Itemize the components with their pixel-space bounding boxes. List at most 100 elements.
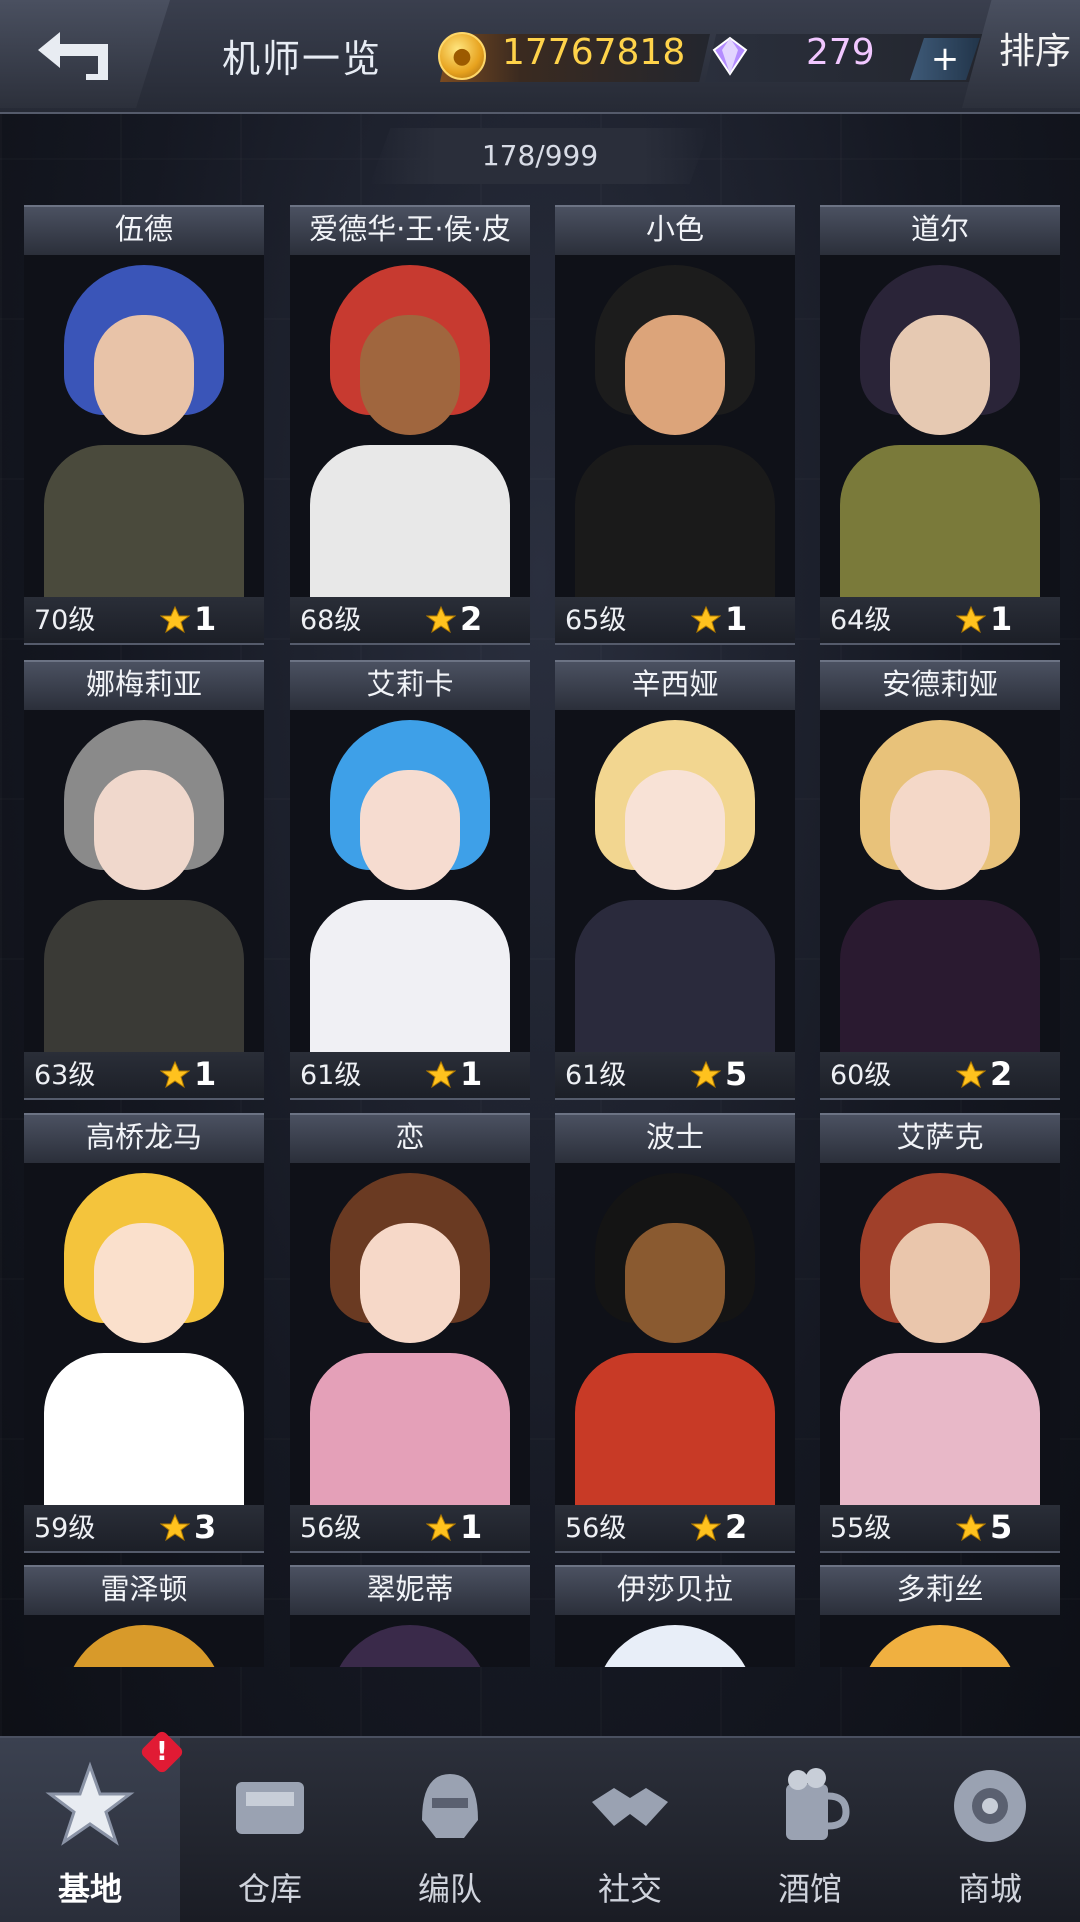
pilot-star-count: 2 [990, 1055, 1013, 1093]
pilot-star-count: 1 [194, 1055, 217, 1093]
pilot-portrait [555, 1163, 795, 1505]
star-icon [956, 1060, 986, 1089]
warehouse-icon [236, 1782, 304, 1834]
portrait-body [44, 445, 244, 597]
pilot-portrait [290, 255, 530, 597]
pilot-name: 艾萨克 [896, 1120, 984, 1154]
portrait-hair [595, 1625, 755, 1667]
star-icon [956, 605, 986, 634]
nav-tab-3[interactable]: 编队 [360, 1738, 540, 1922]
pilot-card[interactable]: 雷泽顿 [24, 1565, 264, 1667]
pilot-name: 高桥龙马 [85, 1120, 202, 1154]
pilot-name: 小色 [645, 212, 704, 246]
card-footer: 56级 2 [555, 1505, 795, 1553]
card-footer: 60级 2 [820, 1052, 1060, 1100]
pilot-card[interactable]: 娜梅莉亚 63级 1 [24, 660, 264, 1100]
pilot-card[interactable]: 多莉丝 [820, 1565, 1060, 1667]
pilot-portrait [555, 1615, 795, 1667]
pilot-portrait [24, 710, 264, 1052]
nav-tab-1[interactable]: 基地! [0, 1729, 185, 1922]
pilot-card[interactable]: 波士 56级 2 [555, 1113, 795, 1553]
portrait-face [94, 1223, 194, 1343]
pilot-portrait [820, 255, 1060, 597]
star-icon [691, 1513, 721, 1542]
nav-tab-2[interactable]: 仓库 [180, 1738, 360, 1922]
pilot-name: 道尔 [910, 212, 969, 246]
pilot-level: 56级 [565, 1513, 627, 1544]
portrait-body [44, 900, 244, 1052]
diamond-icon [712, 36, 748, 76]
pilot-portrait [555, 710, 795, 1052]
portrait-face [94, 770, 194, 890]
pilot-card[interactable]: 道尔 64级 1 [820, 205, 1060, 645]
star-icon [160, 605, 190, 634]
pilot-star-count: 1 [725, 600, 748, 638]
pilot-name: 艾莉卡 [366, 667, 454, 701]
back-arrow-icon [38, 32, 108, 80]
nav-label: 编队 [417, 1870, 482, 1908]
pilot-card[interactable]: 小色 65级 1 [555, 205, 795, 645]
pilot-level: 60级 [830, 1060, 892, 1091]
card-footer: 63级 1 [24, 1052, 264, 1100]
pilot-card[interactable]: 艾莉卡 61级 1 [290, 660, 530, 1100]
pilot-name: 安德莉娅 [881, 667, 998, 701]
nav-label: 酒馆 [777, 1870, 842, 1908]
pilot-card[interactable]: 辛西娅 61级 5 [555, 660, 795, 1100]
pilot-card[interactable]: 高桥龙马 59级 3 [24, 1113, 264, 1553]
pilot-portrait [290, 1615, 530, 1667]
helmet-icon [422, 1774, 478, 1838]
pilot-card[interactable]: 爱德华·王·侯·皮 68级 2 [290, 205, 530, 645]
gem-amount: 279 [806, 32, 875, 73]
pilot-name: 雷泽顿 [100, 1572, 188, 1606]
pilot-card[interactable]: 伊莎贝拉 [555, 1565, 795, 1667]
top-bar: 机师一览 ● 17767818 279 + 排序 [0, 0, 1080, 114]
pilot-card[interactable]: 安德莉娅 60级 2 [820, 660, 1060, 1100]
bottom-nav: 基地! 仓库 编队 社交 酒馆 商城 [0, 1729, 1080, 1922]
shop-robot-icon [954, 1770, 1026, 1842]
portrait-face [890, 1223, 990, 1343]
portrait-hair [64, 1625, 224, 1667]
pilot-portrait [820, 1163, 1060, 1505]
star-icon [956, 1513, 986, 1542]
pilot-card[interactable]: 翠妮蒂 [290, 1565, 530, 1667]
pilot-card[interactable]: 伍德 70级 1 [24, 205, 264, 645]
sort-button[interactable]: 排序 [962, 0, 1080, 108]
pilot-level: 68级 [300, 605, 362, 636]
pilot-star-count: 1 [990, 600, 1013, 638]
card-footer: 64级 1 [820, 597, 1060, 645]
pilot-portrait [290, 710, 530, 1052]
nav-label: 社交 [597, 1870, 662, 1908]
nav-tab-4[interactable]: 社交 [540, 1738, 720, 1922]
back-button[interactable] [0, 0, 170, 108]
pilot-portrait [555, 255, 795, 597]
coin-amount: 17767818 [502, 32, 686, 73]
pilot-card[interactable]: 艾萨克 55级 5 [820, 1113, 1060, 1553]
pilot-grid: 伍德 70级 1 爱德华·王·侯·皮 68级 2 小色 65级 1 道尔 64级 1 娜梅莉亚 63级 1 艾… [0, 205, 1080, 1667]
pilot-name: 爱德华·王·侯·皮 [309, 212, 511, 246]
star-icon [426, 1060, 456, 1089]
star-icon [160, 1513, 190, 1542]
pilot-card[interactable]: 恋 56级 1 [290, 1113, 530, 1553]
nav-tab-5[interactable]: 酒馆 [720, 1738, 900, 1922]
pilot-star-count: 1 [460, 1508, 483, 1546]
portrait-body [575, 900, 775, 1052]
card-footer: 70级 1 [24, 597, 264, 645]
pilot-level: 55级 [830, 1513, 892, 1544]
portrait-body [310, 1353, 510, 1505]
notification-badge: ! [139, 1729, 185, 1775]
portrait-face [360, 1223, 460, 1343]
card-footer: 56级 1 [290, 1505, 530, 1553]
pilot-star-count: 5 [990, 1508, 1013, 1546]
beer-mug-icon [786, 1768, 850, 1840]
portrait-hair [860, 1625, 1020, 1667]
pilot-star-count: 5 [725, 1055, 748, 1093]
star-icon [691, 605, 721, 634]
portrait-body [840, 900, 1040, 1052]
portrait-face [360, 315, 460, 435]
nav-tab-6[interactable]: 商城 [900, 1738, 1080, 1922]
card-footer: 68级 2 [290, 597, 530, 645]
page-title: 机师一览 [222, 37, 383, 81]
pilot-level: 65级 [565, 605, 627, 636]
gold-coin-icon: ● [438, 32, 486, 80]
portrait-face [94, 315, 194, 435]
